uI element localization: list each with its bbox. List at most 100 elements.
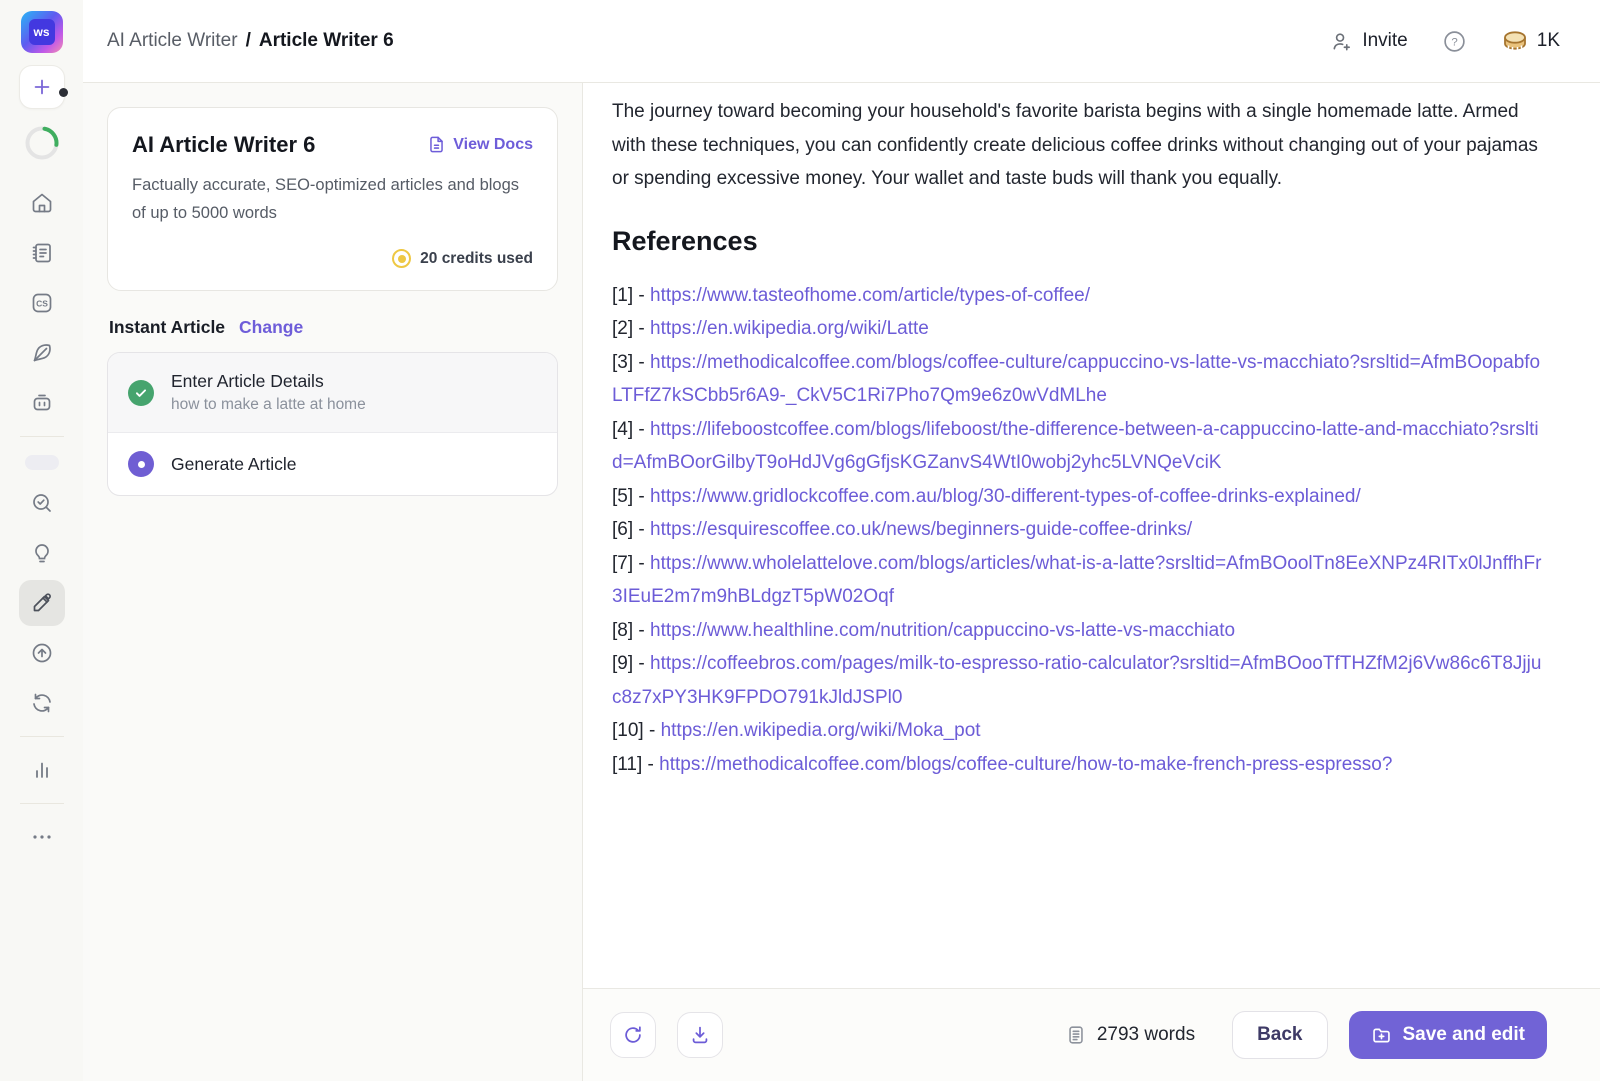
seo-checker-icon[interactable] <box>19 480 65 526</box>
rail-placeholder-pill <box>25 455 59 470</box>
reference-item: [5] - https://www.gridlockcoffee.com.au/… <box>612 480 1546 514</box>
reference-item: [4] - https://lifeboostcoffee.com/blogs/… <box>612 413 1546 480</box>
step-label: Enter Article Details <box>171 371 366 392</box>
reference-link[interactable]: https://methodicalcoffee.com/blogs/coffe… <box>659 754 1392 775</box>
reference-item: [2] - https://en.wikipedia.org/wiki/Latt… <box>612 312 1546 346</box>
reference-link[interactable]: https://en.wikipedia.org/wiki/Latte <box>650 318 929 339</box>
reference-link[interactable]: https://www.tasteofhome.com/article/type… <box>650 285 1090 306</box>
help-icon: ? <box>1442 29 1467 54</box>
step-enter-article-details[interactable]: Enter Article Details how to make a latt… <box>108 353 557 433</box>
reference-link[interactable]: https://methodicalcoffee.com/blogs/coffe… <box>612 352 1540 407</box>
tool-title: AI Article Writer 6 <box>132 132 315 158</box>
tool-description: Factually accurate, SEO-optimized articl… <box>132 171 532 227</box>
footer-bar: 2793 words Back Save and edit <box>583 988 1600 1081</box>
reference-link[interactable]: https://coffeebros.com/pages/milk-to-esp… <box>612 653 1541 708</box>
help-button[interactable]: ? <box>1442 29 1467 54</box>
references-list: [1] - https://www.tasteofhome.com/articl… <box>612 279 1546 782</box>
download-icon <box>689 1024 711 1046</box>
new-document-button[interactable] <box>19 65 65 109</box>
reference-number: [5] - <box>612 486 650 507</box>
reference-link[interactable]: https://lifeboostcoffee.com/blogs/lifebo… <box>612 419 1539 474</box>
home-icon[interactable] <box>19 180 65 226</box>
download-button[interactable] <box>677 1012 723 1058</box>
section-title: Instant Article <box>109 317 225 338</box>
workspace-badge-dot <box>59 88 68 97</box>
feather-icon[interactable] <box>19 330 65 376</box>
publish-icon[interactable] <box>19 630 65 676</box>
folder-plus-icon <box>1371 1025 1392 1046</box>
credits-balance-label: 1K <box>1537 30 1560 52</box>
invite-button[interactable]: Invite <box>1330 30 1407 53</box>
regenerate-button[interactable] <box>610 1012 656 1058</box>
reference-item: [10] - https://en.wikipedia.org/wiki/Mok… <box>612 714 1546 748</box>
article-paragraph: The journey toward becoming your househo… <box>612 95 1546 196</box>
rail-divider <box>20 803 64 804</box>
analytics-icon[interactable] <box>19 747 65 793</box>
writer-pencil-icon[interactable] <box>19 580 65 626</box>
reference-number: [2] - <box>612 318 650 339</box>
more-options-icon[interactable] <box>19 814 65 860</box>
breadcrumb-current: Article Writer 6 <box>259 30 394 52</box>
credits-balance[interactable]: 1K <box>1501 29 1560 53</box>
rail-divider <box>20 436 64 437</box>
breadcrumb-separator: / <box>246 30 251 52</box>
view-docs-link[interactable]: View Docs <box>427 135 533 154</box>
svg-text:?: ? <box>1451 36 1457 48</box>
reference-number: [7] - <box>612 553 650 574</box>
invite-person-plus-icon <box>1330 30 1353 53</box>
invite-label: Invite <box>1362 30 1407 52</box>
step-generate-article[interactable]: Generate Article <box>108 433 557 495</box>
top-bar: AI Article Writer / Article Writer 6 Inv… <box>83 0 1600 83</box>
word-count-doc-icon <box>1065 1024 1087 1046</box>
step-label: Generate Article <box>171 454 296 475</box>
botsonic-icon[interactable] <box>19 380 65 426</box>
regenerate-icon <box>622 1024 644 1046</box>
ideas-lightbulb-icon[interactable] <box>19 530 65 576</box>
reference-item: [3] - https://methodicalcoffee.com/blogs… <box>612 346 1546 413</box>
notebook-icon[interactable] <box>19 230 65 276</box>
usage-progress-ring[interactable] <box>22 123 62 168</box>
writesonic-logo[interactable]: ws <box>21 11 63 53</box>
word-count-label: 2793 words <box>1097 1024 1195 1046</box>
reference-link[interactable]: https://www.gridlockcoffee.com.au/blog/3… <box>650 486 1361 507</box>
reference-number: [3] - <box>612 352 650 373</box>
document-icon <box>427 135 446 154</box>
view-docs-label: View Docs <box>453 136 533 154</box>
sync-icon[interactable] <box>19 680 65 726</box>
tool-card: AI Article Writer 6 View Docs Factually … <box>107 107 558 291</box>
change-link[interactable]: Change <box>239 317 303 338</box>
reference-item: [11] - https://methodicalcoffee.com/blog… <box>612 748 1546 782</box>
breadcrumb: AI Article Writer / Article Writer 6 <box>107 30 394 52</box>
coin-icon <box>1501 29 1529 53</box>
reference-number: [9] - <box>612 653 650 674</box>
reference-item: [7] - https://www.wholelattelove.com/blo… <box>612 547 1546 614</box>
svg-text:CS: CS <box>36 299 48 309</box>
tool-panel: AI Article Writer 6 View Docs Factually … <box>83 83 583 1081</box>
plus-icon <box>31 76 53 98</box>
reference-link[interactable]: https://en.wikipedia.org/wiki/Moka_pot <box>661 720 981 741</box>
reference-link[interactable]: https://www.healthline.com/nutrition/cap… <box>650 620 1235 641</box>
save-and-edit-button[interactable]: Save and edit <box>1349 1011 1548 1059</box>
article-body[interactable]: The journey toward becoming your househo… <box>583 83 1600 988</box>
word-count: 2793 words <box>1065 1024 1195 1046</box>
reference-item: [6] - https://esquirescoffee.co.uk/news/… <box>612 513 1546 547</box>
reference-number: [1] - <box>612 285 650 306</box>
breadcrumb-parent[interactable]: AI Article Writer <box>107 30 238 52</box>
chatsonic-icon[interactable]: CS <box>19 280 65 326</box>
reference-link[interactable]: https://www.wholelattelove.com/blogs/art… <box>612 553 1541 608</box>
reference-number: [6] - <box>612 519 650 540</box>
credit-coin-icon <box>392 249 411 268</box>
rail-divider <box>20 736 64 737</box>
save-and-edit-label: Save and edit <box>1403 1024 1526 1046</box>
reference-link[interactable]: https://esquirescoffee.co.uk/news/beginn… <box>650 519 1192 540</box>
references-heading: References <box>612 226 1546 257</box>
writesonic-logo-mark: ws <box>29 19 55 45</box>
steps-list: Enter Article Details how to make a latt… <box>107 352 558 496</box>
app-window: ws CS <box>0 0 1600 1081</box>
step-sublabel: how to make a latte at home <box>171 396 366 414</box>
reference-number: [11] - <box>612 754 659 775</box>
step-current-radio-icon <box>128 451 154 477</box>
reference-number: [4] - <box>612 419 650 440</box>
reference-item: [1] - https://www.tasteofhome.com/articl… <box>612 279 1546 313</box>
back-button[interactable]: Back <box>1232 1011 1327 1059</box>
